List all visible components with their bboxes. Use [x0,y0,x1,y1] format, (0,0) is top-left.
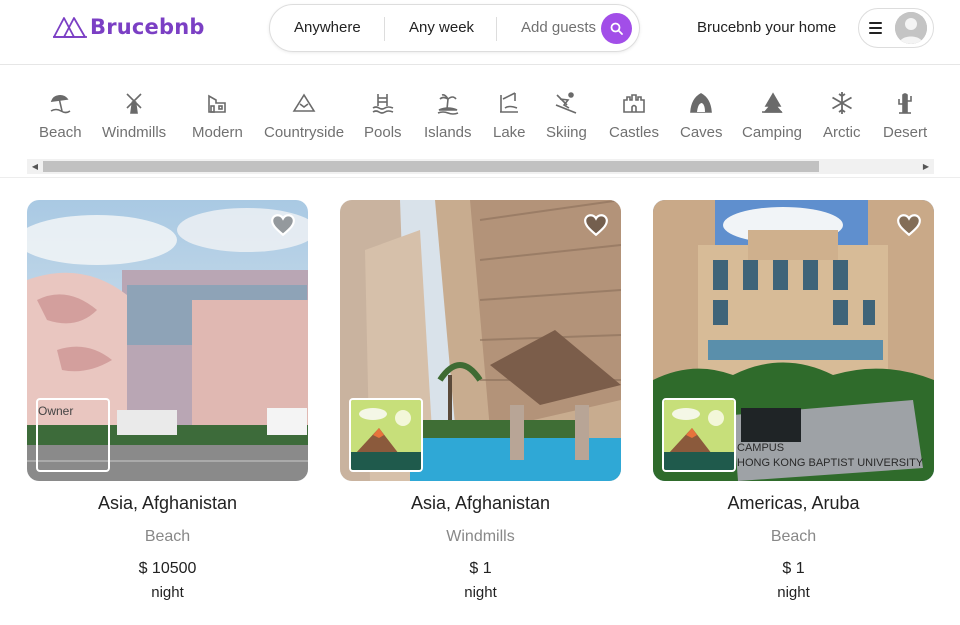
category-label: Countryside [264,124,345,141]
listing-photo[interactable]: CAMPUS HONG KONG BAPTIST UNIVERSITY [653,200,934,481]
listing-price-unit: night [151,584,184,601]
owner-thumbnail: Owner [36,398,110,472]
category-arctic[interactable]: Arctic [823,90,861,141]
search-guests[interactable]: Add guests [521,19,596,36]
category-islands[interactable]: Islands [424,90,472,141]
cave-icon [688,90,714,116]
user-menu-button[interactable] [858,8,934,48]
scroll-left-arrow[interactable]: ◀ [27,159,43,174]
lake-icon [496,90,522,116]
listing-price: $ 1 [469,560,492,577]
photo-sign-campus: CAMPUS [737,442,785,454]
category-label: Windmills [102,124,167,141]
listing-card[interactable]: CAMPUS HONG KONG BAPTIST UNIVERSITY Amer… [653,200,934,601]
category-windmills[interactable]: Windmills [102,90,166,141]
pool-icon [370,90,396,116]
listing-category: Beach [144,528,191,545]
logo[interactable]: Brucebnb [52,14,205,40]
category-label: Islands [424,124,472,141]
search-where[interactable]: Anywhere [294,19,361,36]
camping-icon [759,90,785,116]
category-label: Pools [364,124,402,141]
search-icon [610,22,623,35]
listing-photo[interactable] [340,200,621,481]
category-scrollbar[interactable]: ◀ ▶ [27,159,934,174]
brand-name: Brucebnb [90,15,205,39]
user-icon [895,12,927,44]
category-bar: Beach Windmills Modern Countryside Pools… [0,66,960,178]
listing-category: Beach [770,528,817,545]
category-skiing[interactable]: Skiing [546,90,587,141]
scrollbar-thumb[interactable] [43,161,819,172]
search-divider [384,17,385,41]
category-castles[interactable]: Castles [609,90,659,141]
category-label: Arctic [823,124,861,141]
category-pools[interactable]: Pools [364,90,402,141]
windmill-icon [121,90,147,116]
owner-alt-text: Owner [38,404,74,418]
island-icon [435,90,461,116]
listing-price: $ 10500 [138,560,197,577]
listing-price-unit: night [777,584,810,601]
category-label: Beach [39,124,82,141]
category-label: Castles [609,124,660,141]
category-modern[interactable]: Modern [192,90,243,141]
photo-sign-university: HONG KONG BAPTIST UNIVERSITY [737,457,924,469]
skiing-icon [553,90,579,116]
become-host-link[interactable]: Brucebnb your home [697,19,836,36]
category-countryside[interactable]: Countryside [264,90,344,141]
category-desert[interactable]: Desert [883,90,927,141]
search-divider [496,17,497,41]
avatar [895,12,927,44]
search-bar[interactable]: Anywhere Any week Add guests [269,4,640,52]
category-camping[interactable]: Camping [742,90,802,141]
listing-photo[interactable]: Owner [27,200,308,481]
mountain-icon [291,90,317,116]
scroll-right-arrow[interactable]: ▶ [918,159,934,174]
heart-icon[interactable] [270,212,296,238]
heart-icon[interactable] [583,212,609,238]
listing-category: Windmills [446,528,515,545]
category-label: Desert [883,124,928,141]
snowflake-icon [829,90,855,116]
listing-price-unit: night [464,584,497,601]
beach-icon [47,90,73,116]
category-beach[interactable]: Beach [39,90,82,141]
castle-icon [621,90,647,116]
category-label: Modern [192,124,243,141]
category-caves[interactable]: Caves [680,90,723,141]
listing-location[interactable]: Americas, Aruba [653,493,934,514]
category-label: Lake [493,124,526,141]
listing-card[interactable]: Asia, Afghanistan Windmills $ 1 night [340,200,621,601]
listing-card[interactable]: Owner Asia, Afghanistan Beach $ 10500 ni… [27,200,308,601]
listing-location[interactable]: Asia, Afghanistan [340,493,621,514]
listing-location[interactable]: Asia, Afghanistan [27,493,308,514]
menu-icon [869,22,882,34]
modern-house-icon [204,90,230,116]
category-label: Camping [742,124,803,141]
logo-icon [53,17,87,38]
category-lake[interactable]: Lake [493,90,526,141]
landscape-placeholder-icon [664,400,734,470]
search-when[interactable]: Any week [409,19,474,36]
owner-thumbnail [349,398,423,472]
category-label: Skiing [546,124,587,141]
search-button[interactable] [601,13,632,44]
category-label: Caves [680,124,723,141]
landscape-placeholder-icon [351,400,421,470]
header: Brucebnb Anywhere Any week Add guests Br… [0,0,960,65]
heart-icon[interactable] [896,212,922,238]
listing-price: $ 1 [782,560,805,577]
owner-thumbnail [662,398,736,472]
cactus-icon [892,90,918,116]
